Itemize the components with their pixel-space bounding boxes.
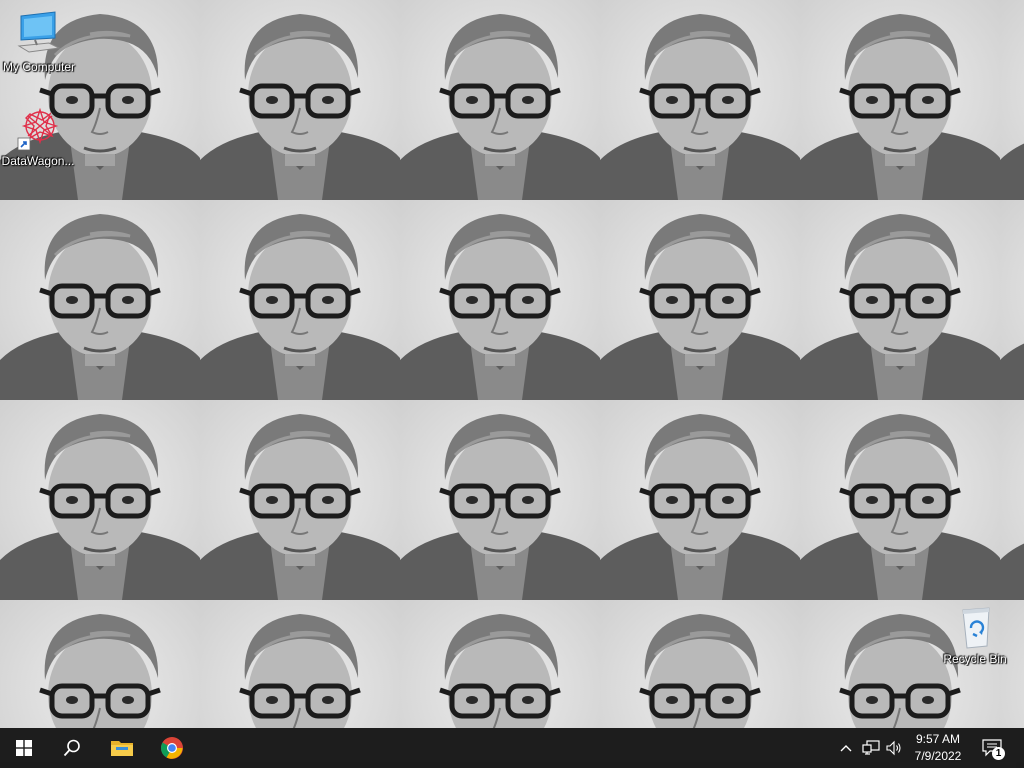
- search-button[interactable]: [48, 728, 96, 768]
- wallpaper-tile: [400, 600, 600, 728]
- wallpaper-tile: [200, 600, 400, 728]
- taskbar-clock[interactable]: 9:57 AM 7/9/2022: [906, 731, 970, 765]
- volume-icon: [886, 740, 901, 756]
- recycle-bin-label: Recycle Bin: [943, 652, 1007, 666]
- wallpaper-tile: [200, 0, 400, 200]
- taskbar: 9:57 AM 7/9/2022 1: [0, 728, 1024, 768]
- chrome-taskbar-button[interactable]: [148, 728, 196, 768]
- datawagon-app-icon: [14, 104, 62, 152]
- wallpaper-tile: [1000, 400, 1024, 600]
- wallpaper-tile: [1000, 200, 1024, 400]
- windows-start-icon: [16, 740, 32, 756]
- clock-time: 9:57 AM: [915, 732, 961, 746]
- wallpaper-tile: [400, 200, 600, 400]
- desktop[interactable]: My Computer DataWagon... Recycle Bin 9:5…: [0, 0, 1024, 768]
- folder-icon: [111, 741, 133, 756]
- wallpaper-tile: [800, 0, 1000, 200]
- notification-count-badge: 1: [992, 747, 1005, 760]
- wallpaper-tile: [200, 400, 400, 600]
- recycle-bin-desktop-icon[interactable]: Recycle Bin: [937, 602, 1013, 666]
- chrome-icon: [161, 737, 183, 759]
- network-icon: [862, 740, 880, 755]
- file-explorer-taskbar-button[interactable]: [98, 728, 146, 768]
- recycle-bin-icon: [951, 602, 999, 650]
- wallpaper-tile: [600, 400, 800, 600]
- wallpaper-tile: [800, 400, 1000, 600]
- network-tray-button[interactable]: [861, 738, 881, 758]
- wallpaper-tile: [200, 200, 400, 400]
- volume-tray-button[interactable]: [885, 738, 905, 758]
- action-center-button[interactable]: 1: [978, 734, 1008, 762]
- clock-date: 7/9/2022: [914, 749, 962, 763]
- datawagon-label: DataWagon...: [1, 154, 75, 168]
- chevron-up-icon: [840, 745, 852, 752]
- wallpaper-tile: [800, 200, 1000, 400]
- wallpaper-tile: [600, 0, 800, 200]
- wallpaper-tile: [0, 400, 200, 600]
- desktop-wallpaper: [0, 0, 1024, 728]
- wallpaper-tile: [400, 0, 600, 200]
- datawagon-desktop-icon[interactable]: DataWagon...: [0, 104, 76, 168]
- my-computer-desktop-icon[interactable]: My Computer: [1, 10, 77, 74]
- wallpaper-tile: [0, 200, 200, 400]
- wallpaper-tile: [0, 600, 200, 728]
- wallpaper-tile: [600, 200, 800, 400]
- search-icon: [63, 739, 80, 757]
- my-computer-label: My Computer: [2, 60, 76, 74]
- show-hidden-icons-button[interactable]: [836, 738, 856, 758]
- wallpaper-tile: [1000, 0, 1024, 200]
- wallpaper-tile: [600, 600, 800, 728]
- computer-icon: [15, 10, 63, 58]
- start-button[interactable]: [0, 728, 48, 768]
- wallpaper-tile: [400, 400, 600, 600]
